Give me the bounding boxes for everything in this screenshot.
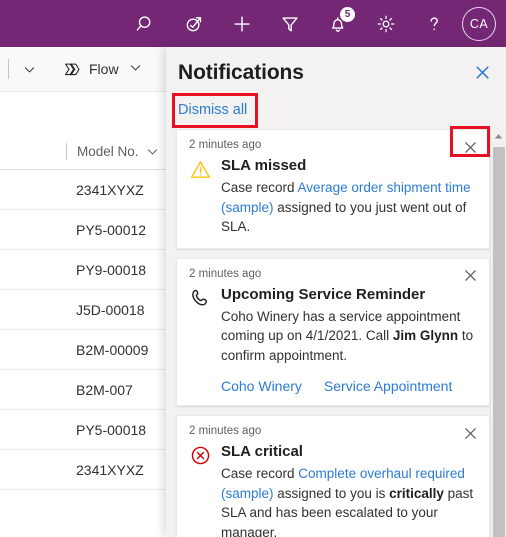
- notification-body: SLA missed Case record Average order shi…: [189, 155, 477, 237]
- panel-scrollbar[interactable]: [490, 129, 506, 537]
- error-circle-x-icon: [189, 441, 219, 537]
- notification-body: SLA critical Case record Complete overha…: [189, 441, 477, 537]
- notification-badge-count: 5: [340, 7, 355, 22]
- command-bar-divider: [8, 59, 9, 79]
- notification-title: SLA critical: [221, 443, 303, 460]
- assistant-icon[interactable]: [170, 0, 218, 47]
- notification-body: Upcoming Service Reminder Coho Winery ha…: [189, 284, 477, 395]
- plain-text: Case record: [221, 180, 298, 195]
- phone-icon: [189, 284, 219, 395]
- plain-text: Case record: [221, 466, 299, 481]
- notifications-bell-icon[interactable]: 5: [314, 0, 362, 47]
- cell-model-no: PY5-00012: [76, 221, 147, 238]
- notification-title: Upcoming Service Reminder: [221, 285, 426, 303]
- close-icon[interactable]: [468, 58, 496, 86]
- new-icon[interactable]: [218, 0, 266, 47]
- cell-model-no: 2341XYXZ: [76, 181, 144, 198]
- filter-icon[interactable]: [266, 0, 314, 47]
- warning-triangle-icon: [189, 155, 219, 237]
- notifications-panel: Notifications Dismiss all 2 minutes ago: [166, 47, 506, 537]
- emphasis-text: Jim Glynn: [392, 328, 459, 343]
- scroll-up-arrow-icon[interactable]: [491, 129, 506, 144]
- top-navigation-bar: 5 CA: [0, 0, 506, 47]
- cell-model-no: B2M-007: [76, 381, 133, 398]
- notification-text: Case record Complete overhaul required (…: [221, 464, 477, 537]
- notification-text: Case record Average order shipment time …: [221, 178, 477, 237]
- app-root: 5 CA Flow Model No. 2341XYXZ PY5-00012 P…: [0, 0, 506, 537]
- column-separator: [66, 142, 67, 160]
- flow-chevron-down-icon[interactable]: [129, 61, 142, 77]
- grid-column-header-model-no[interactable]: Model No.: [66, 132, 159, 170]
- notification-card-list: 2 minutes ago SLA missed Case record Ave…: [166, 129, 506, 537]
- action-link-service-appointment[interactable]: Service Appointment: [324, 378, 452, 394]
- list-item[interactable]: 2 minutes ago Upcoming Service Reminder: [176, 257, 490, 406]
- sort-chevron-down-icon[interactable]: [146, 145, 159, 158]
- close-icon[interactable]: [457, 421, 483, 445]
- cell-model-no: PY5-00018: [76, 421, 147, 438]
- scrollbar-thumb[interactable]: [493, 147, 505, 537]
- notifications-panel-header: Notifications: [166, 47, 506, 93]
- emphasis-text: critically: [389, 485, 444, 501]
- notification-content: Upcoming Service Reminder Coho Winery ha…: [219, 284, 477, 395]
- action-link-coho-winery[interactable]: Coho Winery: [221, 378, 302, 394]
- flow-button-label: Flow: [89, 61, 119, 77]
- grid-column-header-label: Model No.: [77, 143, 139, 159]
- help-icon[interactable]: [410, 0, 458, 47]
- flow-icon: [63, 60, 82, 79]
- list-item[interactable]: 2 minutes ago: [176, 415, 490, 537]
- notification-title: SLA missed: [221, 157, 307, 174]
- notification-actions: Coho Winery Service Appointment: [221, 378, 477, 394]
- cell-model-no: B2M-00009: [76, 341, 149, 358]
- cell-model-no: PY9-00018: [76, 261, 147, 278]
- cell-model-no: 2341XYXZ: [76, 461, 144, 478]
- notification-content: SLA missed Case record Average order shi…: [219, 155, 477, 237]
- cell-model-no: J5D-00018: [76, 301, 145, 318]
- close-icon[interactable]: [457, 264, 483, 288]
- page-title: Notifications: [178, 61, 304, 84]
- dismiss-all-button[interactable]: Dismiss all: [178, 102, 247, 118]
- notification-timestamp: 2 minutes ago: [189, 139, 262, 151]
- notification-content: SLA critical Case record Complete overha…: [219, 441, 477, 537]
- search-icon[interactable]: [122, 0, 170, 47]
- plain-text: assigned to you is: [273, 485, 390, 501]
- notification-timestamp: 2 minutes ago: [189, 267, 262, 280]
- avatar[interactable]: CA: [462, 6, 496, 41]
- notification-text: Coho Winery has a service appointment co…: [221, 307, 477, 366]
- list-item[interactable]: 2 minutes ago: [176, 129, 490, 249]
- flow-button[interactable]: Flow: [57, 53, 148, 85]
- close-icon[interactable]: [457, 135, 483, 159]
- command-overflow-chevron-icon[interactable]: [15, 53, 43, 85]
- dismiss-all-row: Dismiss all: [166, 93, 506, 126]
- notification-timestamp: 2 minutes ago: [189, 425, 262, 437]
- settings-gear-icon[interactable]: [362, 0, 410, 47]
